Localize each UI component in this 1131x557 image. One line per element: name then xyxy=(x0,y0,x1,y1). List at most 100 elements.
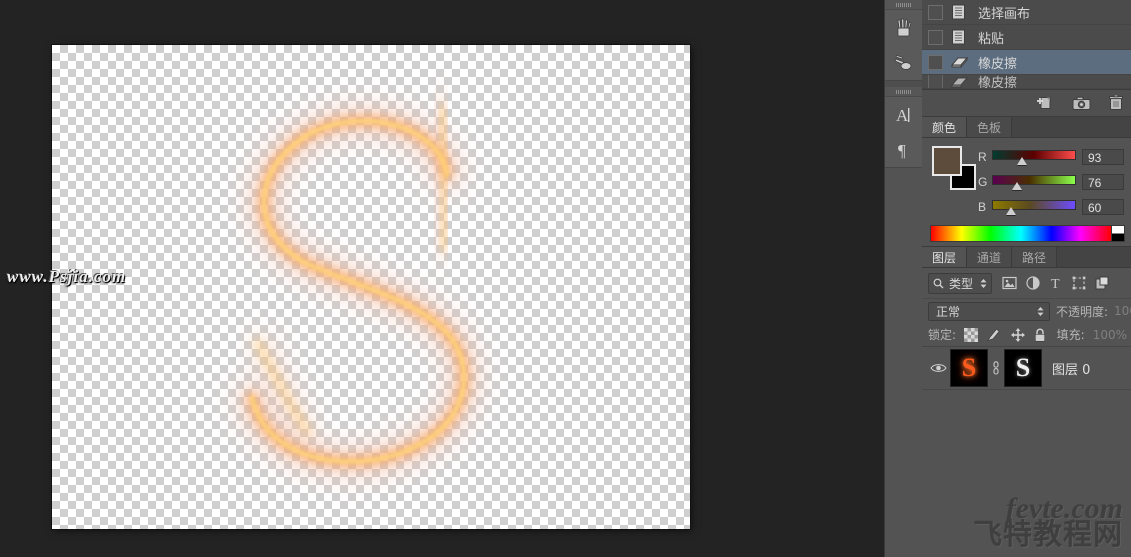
color-spectrum-ramp[interactable] xyxy=(930,225,1112,242)
fill-value[interactable]: 100% xyxy=(1093,328,1127,342)
history-source-checkbox[interactable] xyxy=(928,75,943,88)
tab-paths[interactable]: 路径 xyxy=(1012,247,1058,267)
document-state-icon xyxy=(951,4,969,20)
adjustment-layer-filter-icon[interactable] xyxy=(1026,276,1040,290)
blend-mode-select[interactable]: 正常 xyxy=(928,301,1050,321)
slider-label-r: R xyxy=(978,150,987,164)
opacity-label: 不透明度: xyxy=(1056,304,1109,319)
lock-buttons xyxy=(964,327,1046,342)
slider-label-g: G xyxy=(978,175,988,189)
lock-all-icon[interactable] xyxy=(1034,328,1046,342)
svg-text:A: A xyxy=(896,106,909,125)
layers-panel: 图层 通道 路径 类型 T 正常 不透明度: 10 锁定: 填充: 100% S… xyxy=(922,247,1131,510)
lock-image-pixels-icon[interactable] xyxy=(987,328,1002,342)
blend-mode-row: 正常 不透明度: 100% xyxy=(922,299,1131,323)
canvas-watermark: www.Psjia.com xyxy=(7,267,126,287)
slider-track-g[interactable] xyxy=(992,173,1076,191)
white-black-swatch[interactable] xyxy=(1112,225,1125,242)
layer-mask-thumbnail[interactable]: S xyxy=(1004,349,1042,387)
blend-mode-value: 正常 xyxy=(936,304,961,319)
value-b[interactable]: 60 xyxy=(1082,199,1124,215)
layer-mask-letter: S xyxy=(1015,353,1031,382)
slider-thumb-b[interactable] xyxy=(1005,207,1016,215)
table-row[interactable]: S S 图层 0 xyxy=(922,347,1131,390)
vertical-tool-strip: A ¶ xyxy=(884,0,923,557)
slider-thumb-g[interactable] xyxy=(1011,182,1022,190)
layer-filter-row: 类型 T xyxy=(922,268,1131,299)
slider-row-g: G 76 xyxy=(978,171,1125,193)
canvas-watermark-text: www.Psjia.com xyxy=(7,267,127,286)
color-panel: 颜色 色板 R 93 G 76 B 60 xyxy=(922,117,1131,247)
create-snapshot-button[interactable] xyxy=(1072,96,1091,111)
lock-position-icon[interactable] xyxy=(1011,327,1026,342)
tab-channels[interactable]: 通道 xyxy=(967,247,1013,267)
smart-object-filter-icon[interactable] xyxy=(1095,276,1109,290)
brushes-icon[interactable] xyxy=(885,10,923,45)
value-g[interactable]: 76 xyxy=(1082,174,1124,190)
layer-name-label[interactable]: 图层 0 xyxy=(1052,359,1090,378)
layers-panel-tabs: 图层 通道 路径 xyxy=(922,247,1131,268)
slider-row-r: R 93 xyxy=(978,146,1125,168)
layer-thumbnail-letter: S xyxy=(961,353,977,382)
layer-visibility-eye-icon[interactable] xyxy=(930,362,950,374)
history-row-eraser-selected[interactable]: 橡皮擦 xyxy=(922,50,1131,75)
slider-thumb-r[interactable] xyxy=(1016,157,1027,165)
history-row-label: 选择画布 xyxy=(978,6,1031,22)
rgb-sliders: R 93 G 76 B 60 xyxy=(978,146,1125,221)
history-row-paste[interactable]: 粘贴 xyxy=(922,25,1131,50)
type-panel-group: A ¶ xyxy=(885,87,923,168)
chevron-updown-icon xyxy=(1037,306,1044,316)
chevron-updown-icon xyxy=(980,278,987,288)
history-row-label: 橡皮擦 xyxy=(978,76,1018,89)
layers-empty-area xyxy=(922,390,1131,510)
tab-swatches[interactable]: 色板 xyxy=(967,117,1013,137)
eraser-icon xyxy=(951,75,969,88)
color-panel-tabs: 颜色 色板 xyxy=(922,117,1131,138)
brush-presets-icon[interactable] xyxy=(885,45,923,80)
color-swatches xyxy=(932,146,976,190)
new-document-from-state-button[interactable] xyxy=(1036,95,1054,111)
history-source-checkbox[interactable] xyxy=(928,4,943,20)
document-state-icon xyxy=(951,29,969,45)
layer-thumbnail[interactable]: S xyxy=(950,349,988,387)
color-panel-body: R 93 G 76 B 60 xyxy=(922,138,1131,223)
slider-label-b: B xyxy=(978,200,987,214)
layer-filter-kind-select[interactable]: 类型 xyxy=(928,272,993,294)
brush-panel-group xyxy=(885,0,923,81)
panel-grip-2[interactable] xyxy=(885,87,923,97)
delete-state-button[interactable] xyxy=(1109,95,1123,111)
lock-transparent-pixels-icon[interactable] xyxy=(964,327,979,342)
layer-filter-icons: T xyxy=(1002,276,1109,290)
canvas[interactable]: www.Psjia.com xyxy=(7,45,690,529)
tab-layers[interactable]: 图层 xyxy=(922,247,968,267)
history-panel: 选择画布 粘贴 橡皮擦 橡皮擦 xyxy=(922,0,1131,117)
history-row-label: 粘贴 xyxy=(978,31,1005,47)
value-r[interactable]: 93 xyxy=(1082,149,1124,165)
svg-text:¶: ¶ xyxy=(898,141,906,160)
tab-color[interactable]: 颜色 xyxy=(922,117,968,137)
photoshop-window: www.Psjia.com A ¶ 选择画布 粘贴 橡皮擦 橡皮擦 颜色 色板 … xyxy=(0,0,1131,557)
slider-row-b: B 60 xyxy=(978,196,1125,218)
history-source-checkbox[interactable] xyxy=(928,29,943,45)
history-row-eraser-partial[interactable]: 橡皮擦 xyxy=(922,75,1131,89)
shape-layer-filter-icon[interactable] xyxy=(1072,276,1086,290)
panel-grip[interactable] xyxy=(885,0,923,10)
slider-track-r[interactable] xyxy=(992,148,1076,166)
document-area[interactable]: www.Psjia.com xyxy=(0,0,884,557)
lock-row: 锁定: 填充: 100% xyxy=(922,323,1131,347)
artwork-glowing-s xyxy=(52,45,690,529)
pixel-layer-filter-icon[interactable] xyxy=(1002,276,1017,290)
foreground-color-swatch[interactable] xyxy=(932,146,962,176)
svg-text:T: T xyxy=(1051,277,1060,290)
history-source-checkbox[interactable] xyxy=(928,54,943,70)
opacity-value[interactable]: 100% xyxy=(1114,304,1131,318)
history-row-select-canvas[interactable]: 选择画布 xyxy=(922,0,1131,25)
layer-mask-link-icon[interactable] xyxy=(988,361,1004,375)
slider-track-b[interactable] xyxy=(992,198,1076,216)
eraser-icon xyxy=(951,54,969,70)
character-panel-icon[interactable]: A xyxy=(885,97,923,132)
type-layer-filter-icon[interactable]: T xyxy=(1049,276,1063,290)
paragraph-panel-icon[interactable]: ¶ xyxy=(885,132,923,167)
letter-s-glow-svg xyxy=(237,92,479,477)
site-watermark-chinese: 飞特教程网 xyxy=(972,517,1123,551)
